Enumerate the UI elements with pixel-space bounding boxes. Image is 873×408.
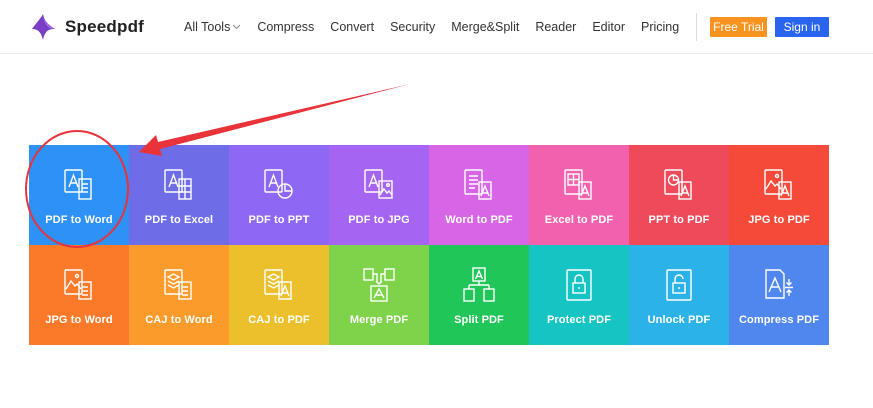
brand-name: Speedpdf [65, 17, 145, 36]
ppt-to-pdf-icon [662, 167, 696, 203]
tool-label: PPT to PDF [648, 214, 710, 226]
nav-pricing[interactable]: Pricing [641, 0, 679, 54]
pdf-to-excel-icon [162, 167, 196, 203]
tool-label: Compress PDF [738, 314, 820, 326]
nav-compress[interactable]: Compress [257, 20, 314, 34]
tool-tile-unlock-pdf[interactable]: Unlock PDF [629, 245, 729, 345]
merge-pdf-icon [362, 267, 396, 303]
nav-convert[interactable]: Convert [330, 20, 374, 34]
caj-to-word-icon [162, 267, 196, 303]
tool-tile-jpg-to-pdf[interactable]: JPG to PDF [729, 145, 829, 245]
tool-tile-word-to-pdf[interactable]: Word to PDF [429, 145, 529, 245]
tool-tile-ppt-to-pdf[interactable]: PPT to PDF [629, 145, 729, 245]
tool-tile-pdf-to-excel[interactable]: PDF to Excel [129, 145, 229, 245]
tool-tile-caj-to-pdf[interactable]: CAJ to PDF [229, 245, 329, 345]
main-nav: All Tools Compress Convert Security Merg… [184, 0, 641, 54]
pdf-to-word-icon [62, 167, 96, 203]
tool-label: PDF to Excel [144, 214, 214, 226]
tool-label: JPG to Word [45, 314, 113, 326]
tool-tile-pdf-to-jpg[interactable]: PDF to JPG [329, 145, 429, 245]
tool-label: JPG to PDF [748, 214, 810, 226]
tool-tile-jpg-to-word[interactable]: JPG to Word [29, 245, 129, 345]
tool-label: PDF to JPG [348, 214, 410, 226]
tool-label: PDF to Word [45, 214, 113, 226]
tool-tile-pdf-to-ppt[interactable]: PDF to PPT [229, 145, 329, 245]
unlock-pdf-icon [662, 267, 696, 303]
caj-to-pdf-icon [262, 267, 296, 303]
tool-tile-pdf-to-word[interactable]: PDF to Word [29, 145, 129, 245]
tool-label: Protect PDF [546, 314, 612, 326]
tool-label: Unlock PDF [647, 314, 711, 326]
pdf-to-ppt-icon [262, 167, 296, 203]
tool-label: PDF to PPT [248, 214, 310, 226]
tool-label: Split PDF [454, 314, 504, 326]
pdf-to-jpg-icon [362, 167, 396, 203]
tool-label: CAJ to PDF [248, 314, 310, 326]
tool-label: Word to PDF [445, 214, 513, 226]
protect-pdf-icon [562, 267, 596, 303]
nav-reader[interactable]: Reader [535, 20, 576, 34]
tool-label: Excel to PDF [544, 214, 614, 226]
chevron-down-icon [232, 24, 241, 30]
tool-tile-caj-to-word[interactable]: CAJ to Word [129, 245, 229, 345]
brand-logo[interactable]: Speedpdf [28, 11, 144, 43]
tool-tile-excel-to-pdf[interactable]: Excel to PDF [529, 145, 629, 245]
nav-editor[interactable]: Editor [592, 20, 625, 34]
nav-security[interactable]: Security [390, 20, 435, 34]
free-trial-button[interactable]: Free Trial [710, 17, 767, 37]
nav-merge-split[interactable]: Merge&Split [451, 20, 519, 34]
tool-label: Merge PDF [349, 314, 409, 326]
excel-to-pdf-icon [562, 167, 596, 203]
nav-all-tools[interactable]: All Tools [184, 20, 241, 34]
tool-tile-merge-pdf[interactable]: Merge PDF [329, 245, 429, 345]
top-header: Speedpdf All Tools Compress Convert Secu… [0, 0, 873, 54]
jpg-to-word-icon [62, 267, 96, 303]
tools-grid: PDF to Word PDF to Excel PDF to PPT PDF … [29, 145, 829, 345]
speedpdf-logo-icon [32, 14, 55, 40]
sign-in-button[interactable]: Sign in [775, 17, 829, 37]
tool-tile-split-pdf[interactable]: Split PDF [429, 245, 529, 345]
header-divider [696, 13, 697, 41]
tool-tile-protect-pdf[interactable]: Protect PDF [529, 245, 629, 345]
tool-label: CAJ to Word [145, 314, 213, 326]
compress-pdf-icon [762, 267, 796, 303]
tool-tile-compress-pdf[interactable]: Compress PDF [729, 245, 829, 345]
word-to-pdf-icon [462, 167, 496, 203]
split-pdf-icon [462, 267, 496, 303]
jpg-to-pdf-icon [762, 167, 796, 203]
